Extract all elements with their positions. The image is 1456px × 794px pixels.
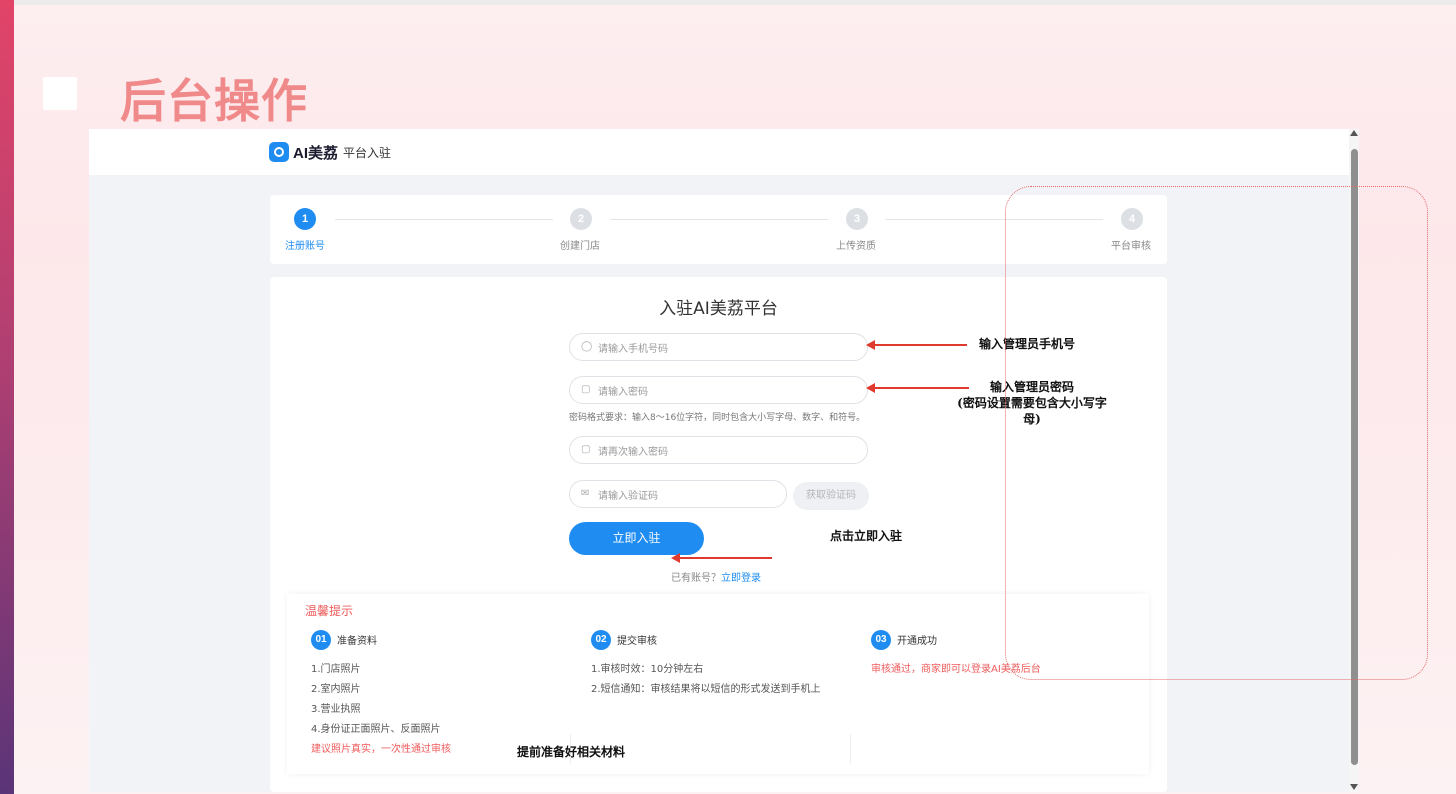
tip-heading: 准备资料: [337, 636, 377, 647]
annotation-prepare: 提前准备好相关材料: [517, 745, 626, 759]
tip-number: 01: [311, 629, 331, 650]
slide-bullet-square: [43, 77, 77, 110]
logo-icon: [269, 142, 289, 162]
password-placeholder: 请输入密码: [598, 387, 648, 398]
annotation-arrow-submit: [671, 553, 772, 563]
tips-title: 温馨提示: [305, 604, 354, 618]
tip-line: 2.室内照片: [311, 684, 361, 695]
step-upload-qualifications: 3 上传资质: [836, 208, 876, 252]
step-label: 上传资质: [836, 241, 876, 252]
phone-input[interactable]: ◯ 请输入手机号码: [569, 333, 868, 361]
step-connector: [335, 219, 553, 220]
tip-heading: 开通成功: [897, 636, 937, 647]
scroll-down-arrow-icon[interactable]: [1350, 784, 1358, 790]
lock-icon: ▢: [581, 444, 591, 455]
tip-line: 4.身份证正面照片、反面照片: [311, 724, 441, 735]
user-icon: ◯: [581, 341, 593, 352]
have-account-text: 已有账号？: [671, 573, 721, 584]
password-format-hint: 密码格式要求：输入8～16位字符，同时包含大小写字母、数字、和符号。: [569, 413, 866, 423]
tip-note: 建议照片真实，一次性通过审核: [311, 744, 451, 755]
annotation-highlight-box: [1005, 186, 1428, 680]
scroll-up-arrow-icon[interactable]: [1350, 130, 1358, 136]
submit-register-button[interactable]: 立即入驻: [569, 522, 704, 555]
tip-line: 3.营业执照: [311, 704, 361, 715]
step-number: 2: [570, 208, 592, 230]
slide-title: 后台操作: [120, 74, 308, 128]
login-prompt: 已有账号？立即登录: [671, 569, 761, 584]
password-input[interactable]: ▢ 请输入密码: [569, 376, 868, 404]
tip-line: 1.审核时效：10分钟左右: [591, 664, 704, 675]
slide-left-accent-bar: [0, 0, 14, 794]
step-label: 注册账号: [285, 241, 325, 252]
slide-top-strip: [14, 0, 1456, 5]
step-number: 3: [846, 208, 868, 230]
tip-column-prepare: 01 准备资料: [311, 629, 377, 650]
column-divider: [850, 734, 851, 764]
tip-line: 2.短信通知：审核结果将以短信的形式发送到手机上: [591, 684, 821, 695]
verification-code-input[interactable]: ✉ 请输入验证码: [569, 480, 787, 508]
tip-number: 02: [591, 629, 611, 650]
confirm-password-placeholder: 请再次输入密码: [598, 447, 668, 458]
header-subtitle: 平台入驻: [343, 146, 392, 160]
annotation-submit: 点击立即入驻: [830, 529, 903, 543]
get-code-button[interactable]: 获取验证码: [793, 482, 869, 510]
annotation-arrow-phone: [866, 340, 967, 350]
app-header: AI美荔 平台入驻: [89, 129, 1349, 175]
code-placeholder: 请输入验证码: [598, 491, 658, 502]
tip-column-submit: 02 提交审核: [591, 629, 657, 650]
tip-heading: 提交审核: [617, 636, 657, 647]
logo-text: AI美荔: [293, 145, 339, 162]
step-number: 1: [294, 208, 316, 230]
step-connector: [610, 219, 828, 220]
step-create-store: 2 创建门店: [560, 208, 600, 252]
step-register: 1 注册账号: [285, 208, 325, 252]
phone-placeholder: 请输入手机号码: [598, 344, 668, 355]
tip-number: 03: [871, 629, 891, 650]
lock-icon: ▢: [581, 384, 591, 395]
confirm-password-input[interactable]: ▢ 请再次输入密码: [569, 436, 868, 464]
tip-column-success: 03 开通成功: [871, 629, 937, 650]
step-label: 创建门店: [560, 241, 600, 252]
mail-icon: ✉: [581, 488, 590, 499]
login-link[interactable]: 立即登录: [721, 573, 761, 584]
tip-line: 1.门店照片: [311, 664, 361, 675]
